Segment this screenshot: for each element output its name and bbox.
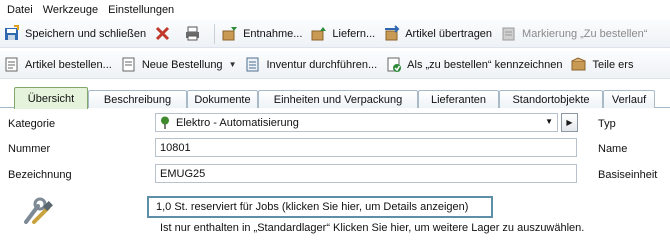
reserved-jobs-text: 1,0 St. reserviert für Jobs (klicken Sie… xyxy=(156,201,469,213)
delete-button[interactable] xyxy=(151,22,181,46)
toolbar-separator xyxy=(214,23,216,44)
transfer-icon xyxy=(385,25,400,41)
tab-uebersicht[interactable]: Übersicht xyxy=(14,87,88,109)
menu-datei[interactable]: Datei xyxy=(4,4,40,16)
neue-bestellung-label: Neue Bestellung xyxy=(141,58,223,71)
new-order-icon xyxy=(122,57,135,72)
menu-bar: Datei Werkzeuge Einstellungen xyxy=(0,0,670,20)
entnahme-label: Entnahme... xyxy=(243,27,303,40)
teile-button[interactable]: Teile ers xyxy=(567,53,638,77)
printer-icon xyxy=(186,26,200,41)
kategorie-value: Elektro - Automatisierung xyxy=(176,116,299,129)
tab-standortobjekte[interactable]: Standortobjekte xyxy=(499,90,603,108)
tab-strip: Übersicht Beschreibung Dokumente Einheit… xyxy=(0,86,670,109)
bezeichnung-label: Bezeichnung xyxy=(8,169,72,181)
nummer-input[interactable]: 10801 xyxy=(155,138,577,157)
menu-einstellungen[interactable]: Einstellungen xyxy=(105,4,181,16)
artikel-bestellen-label: Artikel bestellen... xyxy=(25,58,112,71)
pin-icon xyxy=(161,116,169,129)
tab-beschreibung[interactable]: Beschreibung xyxy=(88,90,187,108)
artikel-uebertragen-label: Artikel übertragen xyxy=(405,27,493,40)
entnahme-icon xyxy=(222,27,238,41)
toolbar-main: Speichern und schließen Entnahme... Lief… xyxy=(0,20,670,48)
inventory-icon xyxy=(246,57,259,72)
tools-icon xyxy=(24,197,53,224)
save-close-button[interactable]: Speichern und schließen xyxy=(0,22,151,46)
basiseinheit-label: Basiseinheit xyxy=(598,169,658,181)
entnahme-button[interactable]: Entnahme... xyxy=(218,22,307,46)
save-close-icon xyxy=(5,25,19,40)
nummer-label: Nummer xyxy=(8,143,51,155)
tab-verlauf[interactable]: Verlauf xyxy=(603,90,655,108)
markierung-label: Markierung „Zu bestellen“ xyxy=(522,27,648,40)
liefern-icon xyxy=(311,27,327,41)
liefern-label: Liefern... xyxy=(332,27,376,40)
artikel-bestellen-button[interactable]: Artikel bestellen... xyxy=(0,53,117,77)
als-zu-bestellen-button[interactable]: Als „zu bestellen“ kennzeichnen xyxy=(382,53,567,77)
kategorie-select[interactable]: Elektro - Automatisierung ▼ xyxy=(155,113,558,132)
typ-label: Typ xyxy=(598,118,616,130)
chevron-down-icon[interactable]: ▼ xyxy=(229,60,237,69)
chevron-down-icon: ▼ xyxy=(545,117,553,126)
markierung-button[interactable]: Markierung „Zu bestellen“ xyxy=(497,22,652,46)
tab-dokumente[interactable]: Dokumente xyxy=(187,90,258,108)
als-zu-bestellen-label: Als „zu bestellen“ kennzeichnen xyxy=(407,58,563,71)
toolbar-secondary: Artikel bestellen... Neue Bestellung ▼ I… xyxy=(0,51,670,79)
kategorie-navigate-button[interactable]: ▶ xyxy=(561,113,578,132)
artikel-uebertragen-button[interactable]: Artikel übertragen xyxy=(380,22,497,46)
inventur-label: Inventur durchführen... xyxy=(266,58,378,71)
delete-icon xyxy=(156,26,170,41)
chevron-right-icon: ▶ xyxy=(566,118,573,127)
teile-label: Teile ers xyxy=(592,58,634,71)
inventur-button[interactable]: Inventur durchführen... xyxy=(241,53,382,77)
storage-info-link[interactable]: Ist nur enthalten in „Standardlager“ Kli… xyxy=(160,222,584,234)
reserved-jobs-link[interactable]: 1,0 St. reserviert für Jobs (klicken Sie… xyxy=(147,196,493,218)
mark-order-icon xyxy=(387,57,402,72)
bezeichnung-input[interactable]: EMUG25 xyxy=(155,164,577,183)
parts-icon xyxy=(571,57,586,71)
bezeichnung-value: EMUG25 xyxy=(160,167,206,180)
neue-bestellung-button[interactable]: Neue Bestellung ▼ xyxy=(117,53,242,77)
menu-werkzeuge[interactable]: Werkzeuge xyxy=(40,4,105,16)
save-close-label: Speichern und schließen xyxy=(25,27,147,40)
kategorie-label: Kategorie xyxy=(8,118,56,130)
tab-lieferanten[interactable]: Lieferanten xyxy=(418,90,499,108)
name-label: Name xyxy=(598,143,628,155)
nummer-value: 10801 xyxy=(160,141,191,154)
markierung-icon xyxy=(502,27,515,41)
order-icon xyxy=(5,57,18,72)
tab-einheiten-verpackung[interactable]: Einheiten und Verpackung xyxy=(258,90,418,108)
print-button[interactable] xyxy=(181,22,211,46)
liefern-button[interactable]: Liefern... xyxy=(307,22,380,46)
